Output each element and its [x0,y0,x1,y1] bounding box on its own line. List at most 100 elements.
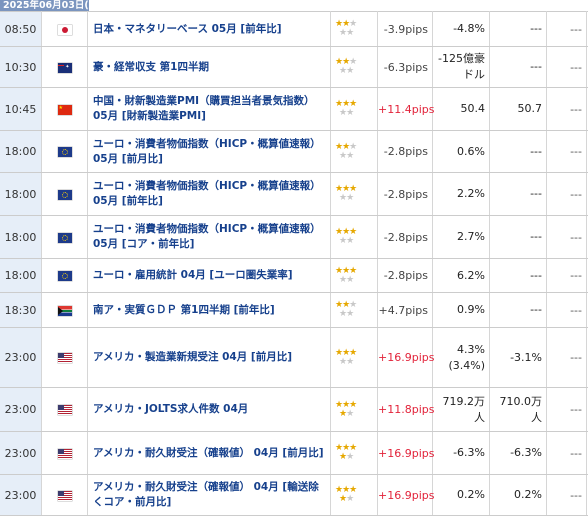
indicator-link[interactable]: アメリカ・製造業新規受注 04月 [前月比] [87,327,331,388]
flag-cell [41,87,88,131]
actual-value: --- [546,130,587,173]
stars-row-bottom: ★★ [335,67,377,76]
actual-value: --- [546,172,587,216]
star-icon: ★ [346,274,354,285]
actual-value: --- [546,87,587,131]
stars-row-bottom: ★★ [335,194,377,203]
usa-flag-icon [57,448,72,459]
time-cell: 23:00 [0,387,42,432]
china-flag-icon [57,104,72,115]
indicator-link[interactable]: 豪・経常収支 第1四半期 [87,46,331,88]
indicator-link[interactable]: アメリカ・耐久財受注（確報値） 04月 [前月比] [87,431,331,475]
pips-value: -2.8pips [377,130,433,173]
stars-row-bottom: ★★ [335,274,377,285]
indicator-link[interactable]: ユーロ・消費者物価指数（HICP・概算値速報）05月 [前年比] [87,172,331,216]
table-row: 18:00 ユーロ・消費者物価指数（HICP・概算値速報）05月 [前年比] ★★★… [0,172,588,216]
eu-flag-icon [57,189,72,200]
pips-value: -3.9pips [377,11,433,47]
importance-stars: ★★★ ★★ [330,87,378,131]
pips-value: -2.8pips [377,172,433,216]
economic-calendar-table: 08:50 日本・マネタリーベース 05月 [前年比] ★★★ ★★ -3.9pips -… [0,11,588,516]
table-row: 08:50 日本・マネタリーベース 05月 [前年比] ★★★ ★★ -3.9pips -… [0,11,588,47]
indicator-link[interactable]: アメリカ・耐久財受注（確報値） 04月 [輸送除くコア・前月比] [87,474,331,516]
indicator-link[interactable]: ユーロ・雇用統計 04月 [ユーロ圏失業率] [87,258,331,293]
pips-value: +4.7pips [377,292,433,328]
calendar-body: 08:50 日本・マネタリーベース 05月 [前年比] ★★★ ★★ -3.9pips -… [0,11,588,516]
actual-value: --- [546,292,587,328]
stars-row-bottom: ★★ [335,356,377,367]
pips-value: +16.9pips [377,474,434,516]
previous-value: 6.2% [432,258,490,293]
star-icon: ★ [346,28,354,38]
date-header: 2025年06月03日(火) [0,0,89,11]
previous-value: 0.6% [432,130,490,173]
indicator-link[interactable]: ユーロ・消費者物価指数（HICP・概算値速報）05月 [コア・前年比] [87,215,331,259]
time-cell: 10:30 [0,46,42,88]
star-icon: ★ [346,150,354,161]
actual-value: --- [546,327,587,388]
indicator-link[interactable]: 南ア・実質ＧＤＰ 第1四半期 [前年比] [87,292,331,328]
time-cell: 18:00 [0,172,42,216]
importance-stars: ★★★ ★★ [330,172,378,216]
stars-row-bottom: ★★ [335,409,377,419]
time-cell: 10:45 [0,87,42,131]
flag-cell [41,258,88,293]
australia-flag-icon [57,62,72,73]
previous-value: 0.2% [432,474,490,516]
table-row: 23:00 アメリカ・製造業新規受注 04月 [前月比] ★★★ ★★ +16.9pip… [0,327,588,388]
forecast-value: --- [489,130,547,173]
previous-value: 50.4 [432,87,490,131]
previous-value: 4.3%(3.4%) [432,327,490,388]
star-icon: ★ [346,356,354,367]
flag-cell [41,292,88,328]
previous-value: 0.9% [432,292,490,328]
importance-stars: ★★★ ★★ [330,215,378,259]
stars-row-bottom: ★★ [335,109,377,118]
previous-value: -125億豪ドル [432,46,490,88]
forecast-value: 710.0万人 [489,387,547,432]
importance-stars: ★★★ ★★ [330,474,378,516]
time-cell: 18:00 [0,130,42,173]
forecast-value: --- [489,292,547,328]
pips-value: -2.8pips [377,215,433,259]
indicator-link[interactable]: ユーロ・消費者物価指数（HICP・概算値速報）05月 [前月比] [87,130,331,173]
star-icon: ★ [346,236,354,246]
importance-stars: ★★★ ★★ [330,11,378,47]
forecast-value: --- [489,11,547,47]
eu-flag-icon [57,232,72,243]
time-cell: 23:00 [0,431,42,475]
table-row: 10:30豪・経常収支 第1四半期★★★★★-6.3pips-125億豪ドル--… [0,46,588,88]
forecast-value: -3.1% [489,327,547,388]
importance-stars: ★★★ ★★ [330,130,378,173]
pips-value: -6.3pips [377,46,433,88]
flag-cell [41,474,88,516]
indicator-link[interactable]: 日本・マネタリーベース 05月 [前年比] [87,11,331,47]
japan-flag-icon [57,24,72,35]
star-icon: ★ [346,193,354,203]
flag-cell [41,46,88,88]
pips-value: +11.4pips [377,87,434,131]
star-icon: ★ [346,108,354,118]
previous-value: 2.2% [432,172,490,216]
importance-stars: ★★★ ★★ [330,431,378,475]
stars-row-bottom: ★★ [335,310,377,319]
pips-value: +16.9pips [377,327,434,388]
star-icon: ★ [346,66,354,76]
actual-value: --- [546,474,587,516]
star-icon: ★ [346,494,354,504]
importance-stars: ★★★ ★★ [330,387,378,432]
south-africa-flag-icon [57,305,72,316]
time-cell: 08:50 [0,11,42,47]
previous-value: 2.7% [432,215,490,259]
importance-stars: ★★★ ★★ [330,258,378,293]
forecast-value: 50.7 [489,87,547,131]
indicator-link[interactable]: アメリカ・JOLTS求人件数 04月 [87,387,331,432]
flag-cell [41,387,88,432]
indicator-link[interactable]: 中国・財新製造業PMI（購買担当者景気指数）05月 [財新製造業PMI] [87,87,331,131]
forecast-value: 0.2% [489,474,547,516]
star-icon: ★ [346,309,354,319]
table-row: 23:00 アメリカ・JOLTS求人件数 04月 ★★★ ★★ +11.8pips 719… [0,387,588,432]
time-cell: 23:00 [0,474,42,516]
actual-value: --- [546,258,587,293]
flag-cell [41,327,88,388]
